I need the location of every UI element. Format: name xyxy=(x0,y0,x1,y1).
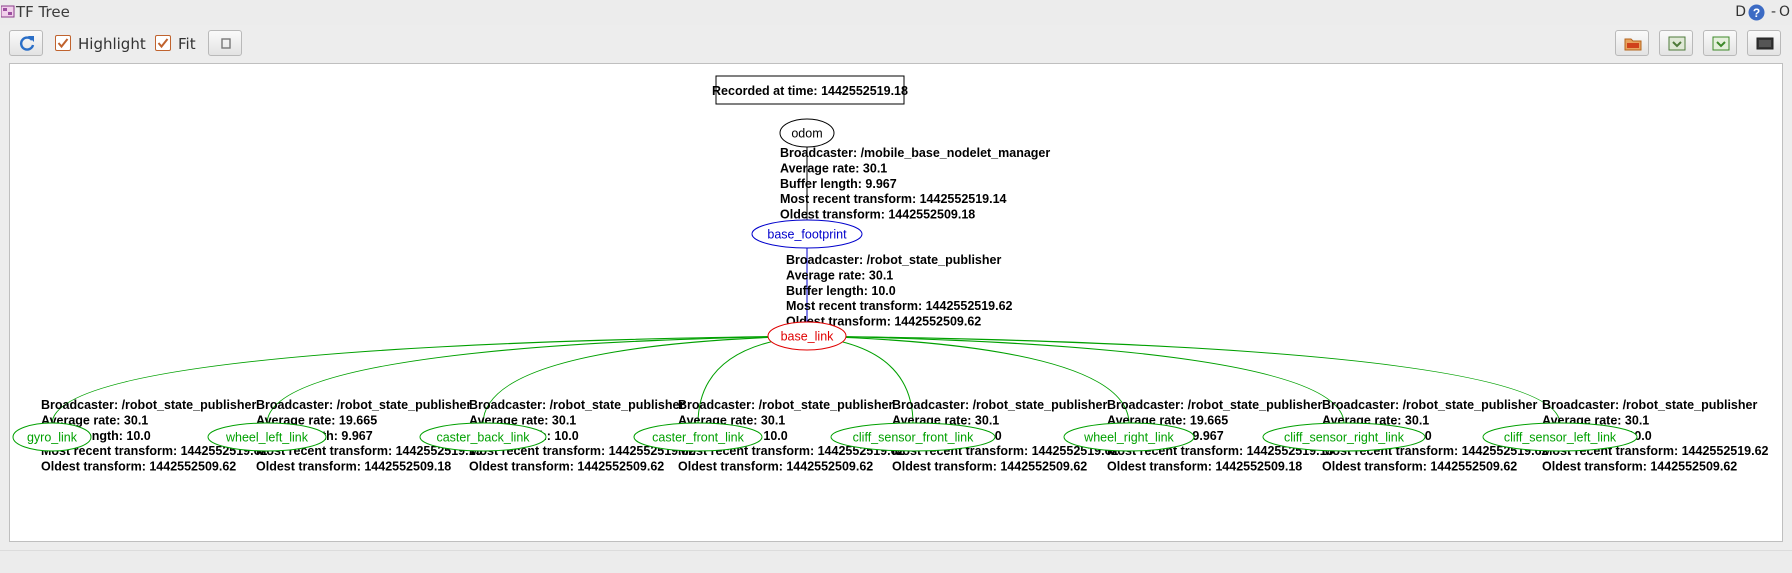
edge-info-caster_front_link: Oldest transform: 1442552509.62 xyxy=(678,460,873,474)
minimize-button[interactable]: - xyxy=(1771,4,1776,20)
edge-info-gyro_link: Oldest transform: 1442552509.62 xyxy=(41,460,236,474)
fit-view-icon xyxy=(221,38,231,49)
dock-button[interactable]: D xyxy=(1735,4,1746,20)
edge-info-gyro_link: Broadcaster: /robot_state_publisher xyxy=(41,398,256,412)
edge-info-caster_back_link: Broadcaster: /robot_state_publisher xyxy=(469,398,684,412)
refresh-icon xyxy=(20,36,35,51)
node-gyro-link-label: gyro_link xyxy=(27,431,78,445)
edge-footprint-info: Buffer length: 10.0 xyxy=(786,284,896,298)
edge-info-wheel_right_link: Oldest transform: 1442552509.18 xyxy=(1107,460,1302,474)
options-button[interactable]: O xyxy=(1779,4,1790,20)
save-dot-button[interactable] xyxy=(1659,30,1693,56)
highlight-label: Highlight xyxy=(78,35,146,53)
help-glyph: ? xyxy=(1753,6,1760,20)
edge-info-wheel_left_link: Oldest transform: 1442552509.18 xyxy=(256,460,451,474)
load-dot-button[interactable] xyxy=(1615,30,1649,56)
edge-info-wheel_right_link: Broadcaster: /robot_state_publisher xyxy=(1107,398,1322,412)
fit-in-view-button[interactable] xyxy=(208,30,242,56)
title-bar: TF Tree D ? - O xyxy=(0,0,1792,25)
edge-footprint-info: Broadcaster: /robot_state_publisher xyxy=(786,253,1001,267)
node-cliff-sensor-front-link-label: cliff_sensor_front_link xyxy=(853,431,974,445)
save-svg-button[interactable] xyxy=(1703,30,1737,56)
screen-icon xyxy=(1756,37,1774,50)
edge-info-caster_front_link: Broadcaster: /robot_state_publisher xyxy=(678,398,893,412)
save-svg-icon xyxy=(1712,36,1730,51)
edge-info-wheel_left_link: Broadcaster: /robot_state_publisher xyxy=(256,398,471,412)
edge-info-cliff_sensor_front_link: Broadcaster: /robot_state_publisher xyxy=(892,398,1107,412)
status-bar xyxy=(0,550,1792,573)
fit-check-box[interactable] xyxy=(155,35,171,51)
node-odom-label: odom xyxy=(791,127,822,141)
edge-info-cliff_sensor_right_link: Oldest transform: 1442552509.62 xyxy=(1322,460,1517,474)
help-icon[interactable]: ? xyxy=(1748,4,1765,25)
save-image-button[interactable] xyxy=(1747,30,1781,56)
edge-info-caster_back_link: Oldest transform: 1442552509.62 xyxy=(469,460,664,474)
tf-tree-graph: Broadcaster: /mobile_base_nodelet_manage… xyxy=(12,75,1769,474)
recorded-time-label: Recorded at time: 1442552519.18 xyxy=(712,84,908,98)
node-caster-front-link-label: caster_front_link xyxy=(652,431,744,445)
app-icon xyxy=(1,5,15,18)
check-icon xyxy=(57,38,69,49)
node-caster-back-link-label: caster_back_link xyxy=(436,431,530,445)
graph-canvas[interactable]: Broadcaster: /mobile_base_nodelet_manage… xyxy=(9,63,1783,542)
edge-odom-info: Average rate: 30.1 xyxy=(780,161,887,175)
edge-odom-info: Broadcaster: /mobile_base_nodelet_manage… xyxy=(780,146,1050,160)
save-image-icon xyxy=(1668,36,1686,51)
edge-odom-info: Buffer length: 9.967 xyxy=(780,177,897,191)
edge-odom-info: Oldest transform: 1442552509.18 xyxy=(780,208,975,222)
folder-icon xyxy=(1624,38,1642,51)
highlight-check-box[interactable] xyxy=(55,35,71,51)
edge-footprint-info: Average rate: 30.1 xyxy=(786,268,893,282)
node-wheel-left-link-label: wheel_left_link xyxy=(225,431,309,445)
edge-footprint-info: Most recent transform: 1442552519.62 xyxy=(786,299,1013,313)
refresh-button[interactable] xyxy=(9,30,43,56)
edge-info-cliff_sensor_left_link: Broadcaster: /robot_state_publisher xyxy=(1542,398,1757,412)
edge-info-cliff_sensor_right_link: Broadcaster: /robot_state_publisher xyxy=(1322,398,1537,412)
check-icon xyxy=(157,38,169,49)
edge-info-cliff_sensor_front_link: Oldest transform: 1442552509.62 xyxy=(892,460,1087,474)
node-base-footprint-label: base_footprint xyxy=(767,228,847,242)
node-cliff-sensor-left-link-label: cliff_sensor_left_link xyxy=(1504,431,1617,445)
edge-info-cliff_sensor_left_link: Oldest transform: 1442552509.62 xyxy=(1542,460,1737,474)
window-title: TF Tree xyxy=(16,3,70,21)
node-wheel-right-link-label: wheel_right_link xyxy=(1083,431,1174,445)
node-base-link-label: base_link xyxy=(781,330,835,344)
edge-odom-info: Most recent transform: 1442552519.14 xyxy=(780,192,1007,206)
node-cliff-sensor-right-link-label: cliff_sensor_right_link xyxy=(1284,431,1405,445)
toolbar: Highlight Fit xyxy=(0,27,1792,59)
fit-label: Fit xyxy=(178,35,196,53)
